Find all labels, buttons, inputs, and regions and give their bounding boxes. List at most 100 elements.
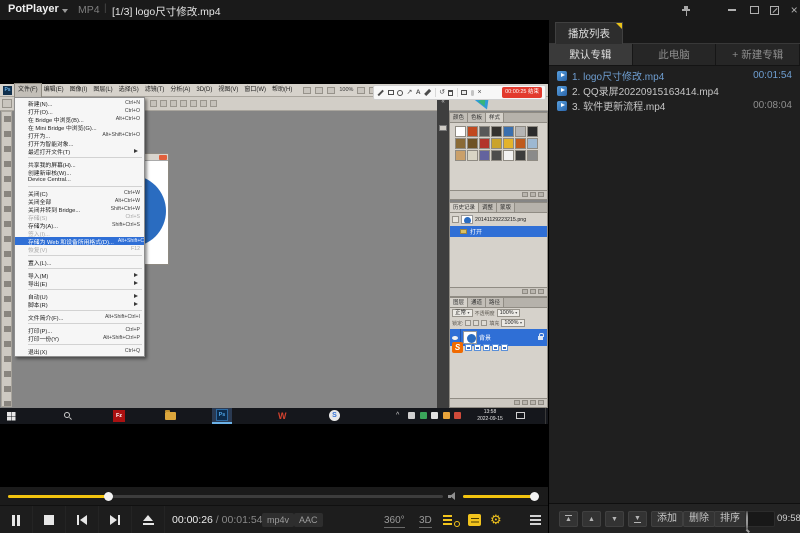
stop-button[interactable] bbox=[33, 506, 66, 533]
volume-icon[interactable] bbox=[448, 492, 458, 500]
arrow-icon: ↗ bbox=[407, 89, 413, 96]
ps-file-menu-item: 在 Bridge 中浏览(B)... Alt+Ctrl+O bbox=[15, 115, 144, 123]
close-icon: × bbox=[790, 4, 797, 16]
eye-icon bbox=[452, 336, 458, 340]
ps-menu-labels: 文件(F)编辑(E)图像(I)图层(L)选择(S)滤镜(T)分析(A)3D(D)… bbox=[15, 84, 295, 97]
style-swatch bbox=[491, 138, 502, 149]
playlist-item[interactable]: 3. 软件更新流程.mp4 00:08:04 bbox=[549, 98, 800, 113]
ps-file-menu-item: 创建新审核(W)... bbox=[15, 168, 144, 176]
ps-menu-label: 分析(A) bbox=[167, 84, 193, 97]
maximize-button[interactable] bbox=[744, 0, 764, 20]
photoshop-icon: Ps bbox=[216, 409, 228, 421]
ps-file-menu-item: 脚本(R) bbox=[15, 300, 144, 308]
album-tab[interactable]: 默认专辑 bbox=[549, 44, 633, 65]
ps-file-menu-item: 打开为智能对象... bbox=[15, 139, 144, 147]
style-swatches bbox=[450, 123, 547, 161]
image-icon bbox=[439, 125, 447, 131]
add-button[interactable]: 添加 bbox=[651, 511, 683, 527]
divider bbox=[435, 88, 436, 97]
ps-file-menu-item bbox=[28, 323, 142, 324]
ps-file-menu-item: 在 Mini Bridge 中浏览(G)... bbox=[15, 123, 144, 131]
3d-button[interactable]: 3D bbox=[419, 515, 432, 528]
style-swatch bbox=[467, 150, 478, 161]
volume-thumb[interactable] bbox=[530, 492, 539, 501]
vr-360-button[interactable]: 360° bbox=[384, 515, 405, 528]
grid-icon bbox=[315, 87, 323, 94]
video-frame-taskbar: Fz Ps W S ^ 13:582022-09-15 bbox=[0, 408, 548, 424]
video-surface[interactable]: Ps 文件(F)编辑(E)图像(I)图层(L)选择(S)滤镜(T)分析(A)3D… bbox=[0, 20, 548, 487]
seek-bar[interactable] bbox=[8, 495, 443, 498]
audio-codec-badge: AAC bbox=[294, 513, 323, 527]
tab-playlist[interactable]: 播放列表 bbox=[555, 22, 623, 44]
pencil-icon bbox=[377, 89, 383, 95]
pause-button[interactable] bbox=[0, 506, 33, 533]
codec-badge: MP4 bbox=[78, 4, 100, 16]
ime-keyboard-icon bbox=[492, 344, 499, 351]
minimize-button[interactable] bbox=[722, 0, 742, 20]
playlist-item[interactable]: 1. logo尺寸修改.mp4 00:01:54 bbox=[549, 68, 800, 83]
move-top-button[interactable]: ▲ bbox=[559, 511, 578, 527]
style-swatch bbox=[503, 138, 514, 149]
playlist-search-box[interactable] bbox=[745, 511, 775, 527]
history-step-row: 打开 bbox=[450, 226, 547, 237]
playlist-search-button[interactable] bbox=[443, 514, 460, 527]
next-icon bbox=[110, 515, 117, 525]
screen-icon bbox=[461, 90, 467, 95]
sort-button[interactable]: 排序 bbox=[714, 511, 746, 527]
app-menu-button[interactable]: PotPlayer bbox=[8, 3, 59, 15]
subtitle-button[interactable] bbox=[468, 514, 481, 526]
notch-icon bbox=[616, 23, 622, 29]
style-swatch bbox=[491, 150, 502, 161]
album-tab[interactable]: + 新建专辑 bbox=[716, 44, 800, 65]
ps-tools-panel bbox=[1, 111, 12, 407]
ps-file-menu-item: 新建(N)... Ctrl+N bbox=[15, 99, 144, 107]
titlebar-separator: | bbox=[104, 3, 107, 14]
move-up-button[interactable]: ▲ bbox=[582, 511, 601, 527]
close-button[interactable]: × bbox=[784, 0, 800, 20]
current-time: 00:00:26 bbox=[172, 514, 213, 526]
playlist-item[interactable]: 2. QQ录屏20220915163414.mp4 bbox=[549, 83, 800, 98]
eject-icon bbox=[143, 515, 154, 525]
open-button[interactable] bbox=[132, 506, 165, 533]
ellipse-icon bbox=[397, 90, 403, 96]
pin-button[interactable] bbox=[676, 0, 696, 20]
taskbar-search-icon bbox=[64, 412, 70, 418]
playlist-item-duration: 00:08:04 bbox=[753, 100, 792, 111]
seek-row bbox=[0, 487, 548, 505]
settings-button[interactable]: ⚙ bbox=[490, 511, 502, 528]
tool-preset-icon bbox=[2, 99, 12, 108]
hamburger-menu-button[interactable] bbox=[530, 515, 541, 517]
fill-value: 100% ▾ bbox=[501, 319, 525, 327]
next-button[interactable] bbox=[99, 506, 132, 533]
ps-menu-label: 滤镜(T) bbox=[142, 84, 168, 97]
chevron-down-icon[interactable] bbox=[62, 9, 68, 16]
delete-button[interactable]: 删除 bbox=[683, 511, 715, 527]
fullscreen-button[interactable] bbox=[764, 0, 784, 20]
ps-file-menu-item: 打开为... Alt+Shift+Ctrl+O bbox=[15, 131, 144, 139]
ps-file-menu-item: 存储为 Web 和设备所用格式(D)... Alt+Shift+Ctrl+S bbox=[15, 237, 144, 245]
ps-file-menu-item: 导出(E) bbox=[15, 279, 144, 287]
move-down-button[interactable]: ▼ bbox=[605, 511, 624, 527]
divider bbox=[457, 88, 458, 97]
ps-menu-label: 图像(I) bbox=[67, 84, 91, 97]
previous-icon bbox=[80, 515, 87, 525]
volume-bar[interactable] bbox=[463, 495, 537, 498]
ps-file-menu-item: 自动(U) bbox=[15, 292, 144, 300]
sogou-logo: S bbox=[452, 342, 463, 353]
move-bottom-button[interactable]: ▼ bbox=[628, 511, 647, 527]
lock-all-icon bbox=[481, 320, 487, 326]
align-icons bbox=[150, 100, 217, 107]
album-tab[interactable]: 此电脑 bbox=[633, 44, 717, 65]
file-explorer-icon bbox=[165, 412, 176, 420]
ps-file-menu-item bbox=[28, 157, 142, 158]
document-canvas bbox=[142, 161, 168, 263]
lock-row: 锁定: 填充 100% ▾ bbox=[450, 318, 547, 328]
seek-thumb[interactable] bbox=[104, 492, 113, 501]
previous-button[interactable] bbox=[66, 506, 99, 533]
ps-file-menu-item bbox=[28, 186, 142, 187]
panel-tab: 颜色 bbox=[450, 113, 468, 122]
minimize-icon bbox=[728, 9, 736, 11]
marker-icon bbox=[424, 89, 431, 96]
playlist-header: 播放列表 bbox=[549, 20, 800, 44]
ps-menu-label: 帮助(H) bbox=[269, 84, 295, 97]
